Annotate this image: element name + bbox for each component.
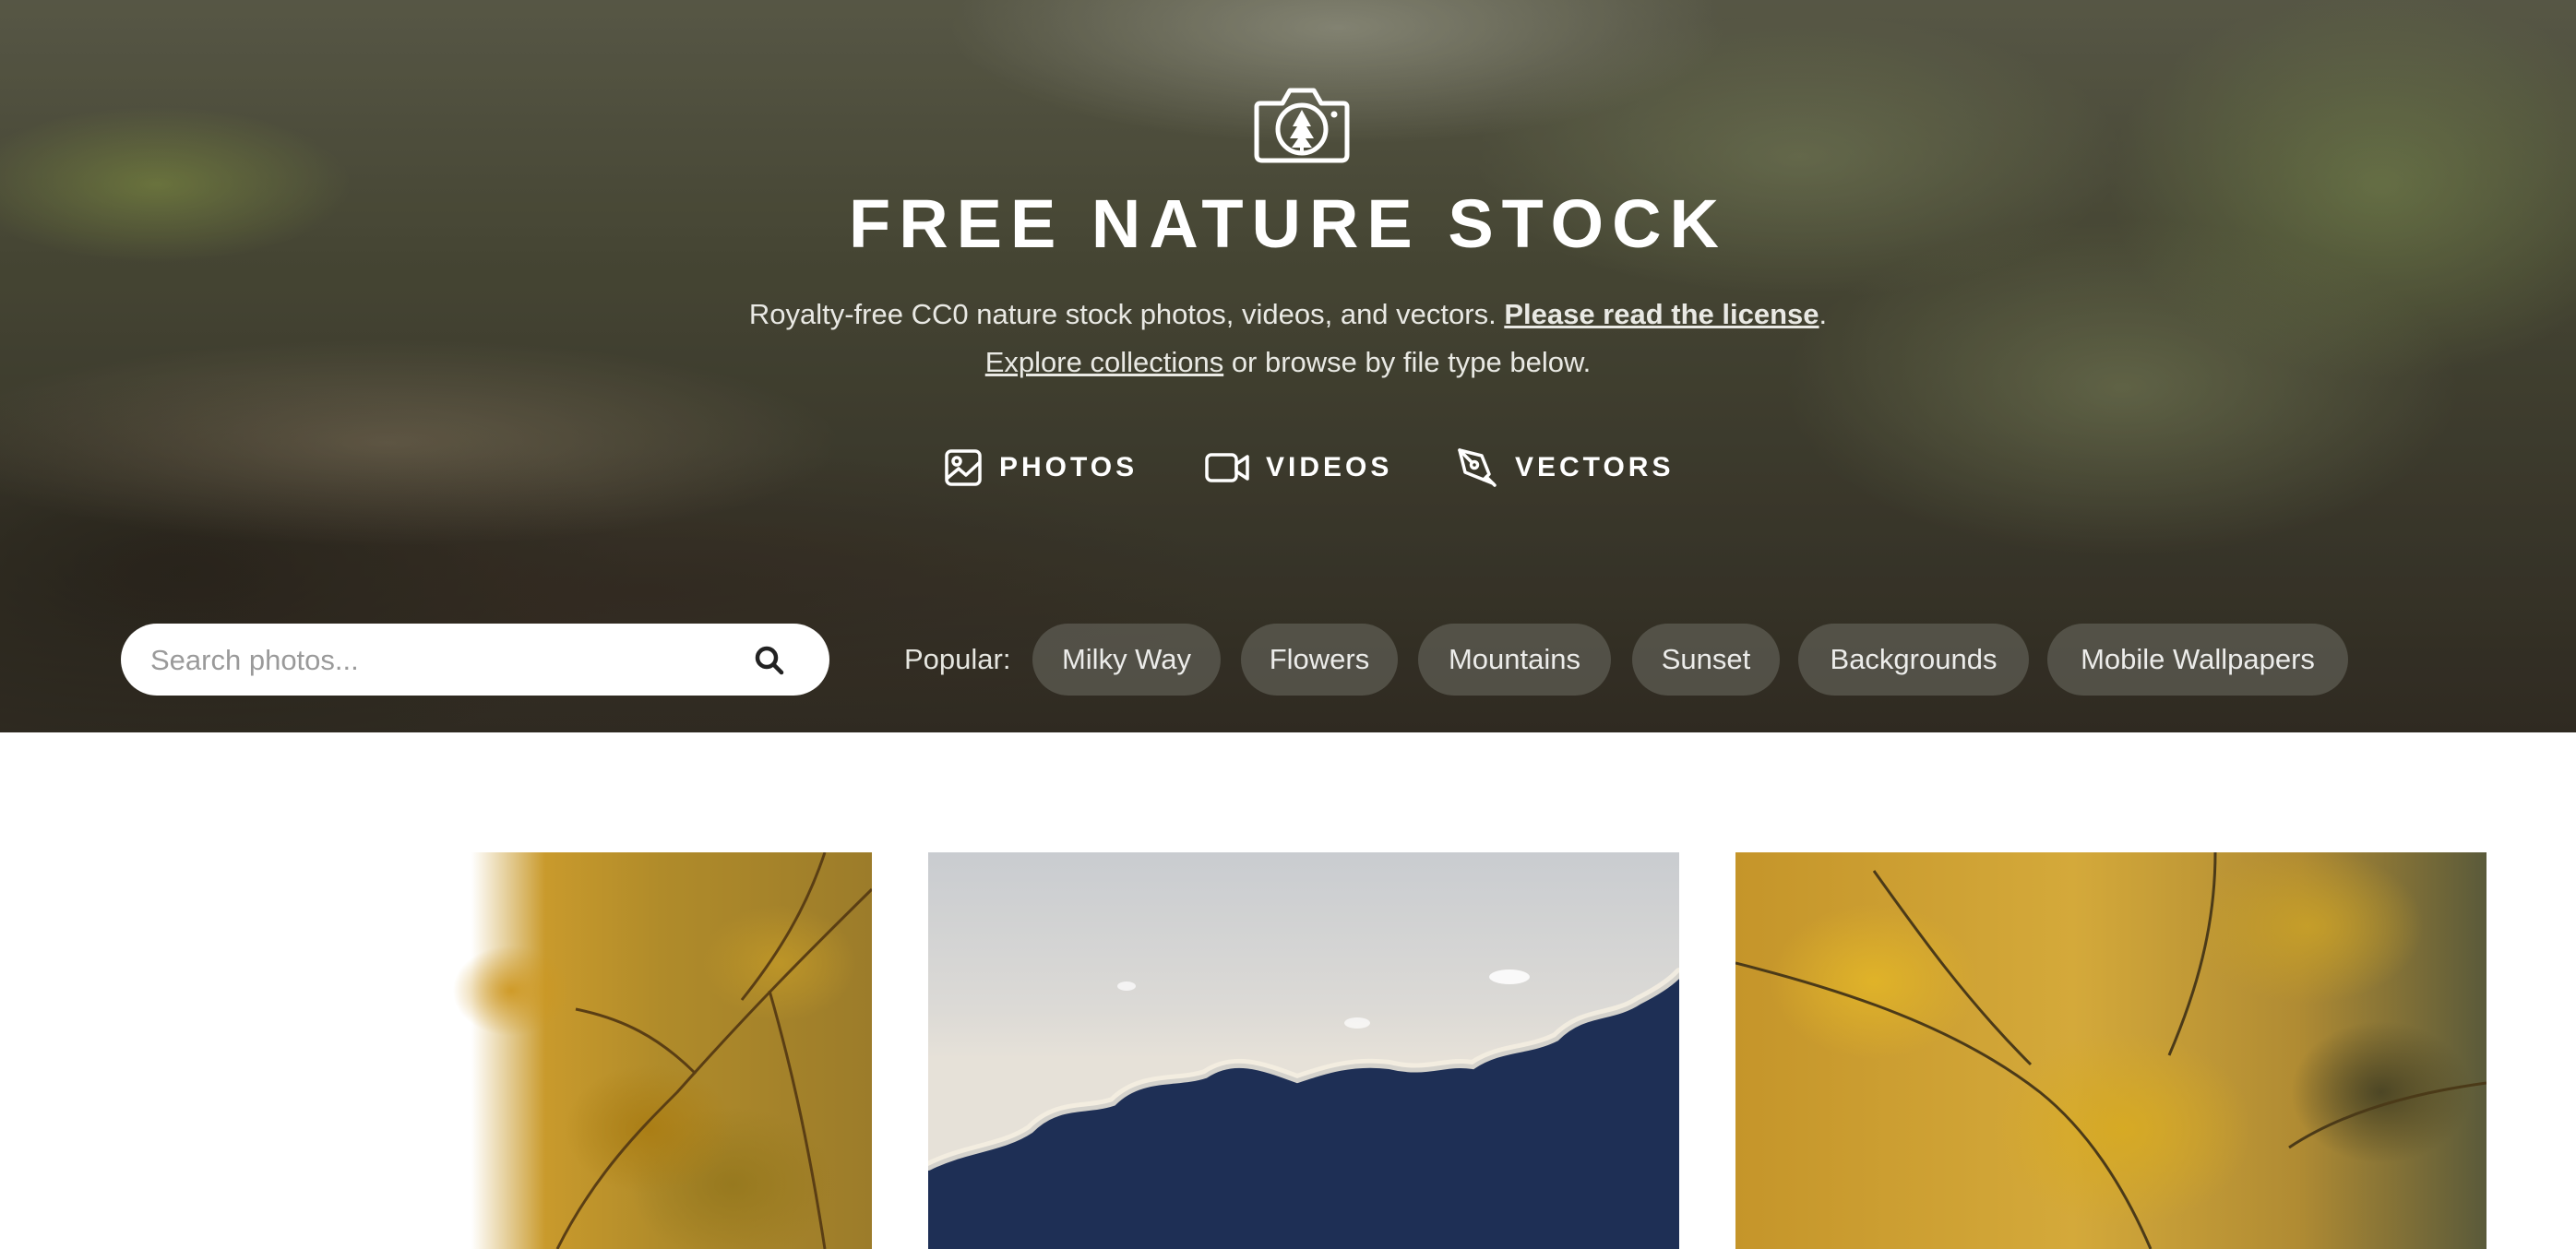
search-button[interactable] [744, 643, 795, 678]
tag-milky-way[interactable]: Milky Way [1032, 624, 1221, 696]
tree-branches-illustration [1735, 852, 2487, 1249]
tagline-line-1: Royalty-free CC0 nature stock photos, vi… [0, 291, 2576, 339]
search-icon [755, 646, 784, 675]
image-icon [945, 449, 982, 486]
tag-backgrounds[interactable]: Backgrounds [1798, 624, 2029, 696]
tag-mountains[interactable]: Mountains [1418, 624, 1611, 696]
site-title: FREE NATURE STOCK [849, 185, 1727, 262]
tagline-browse-text: or browse by file type below. [1223, 346, 1592, 378]
tagline-text: Royalty-free CC0 nature stock photos, vi… [748, 298, 1505, 330]
search-input[interactable] [149, 624, 743, 697]
license-link[interactable]: Please read the license [1504, 298, 1819, 330]
tag-flowers[interactable]: Flowers [1241, 624, 1398, 696]
photos-link[interactable]: PHOTOS [944, 445, 1138, 491]
tag-sunset[interactable]: Sunset [1632, 624, 1780, 696]
tagline-period: . [1819, 298, 1828, 330]
gallery-image-golden-tree[interactable] [1735, 852, 2487, 1249]
tagline-line-2: Explore collections or browse by file ty… [0, 339, 2576, 387]
tagline: Royalty-free CC0 nature stock photos, vi… [0, 291, 2576, 387]
pen-tool-icon [1458, 448, 1497, 487]
gallery-image-clouds[interactable] [928, 852, 1679, 1249]
file-type-nav: PHOTOS VIDEOS VECTORS [0, 445, 2576, 491]
video-camera-icon [1205, 453, 1249, 482]
popular-label: Popular: [904, 643, 1011, 675]
search-bar [121, 624, 829, 697]
gallery-image-autumn-leaves[interactable] [345, 852, 872, 1249]
branch-illustration [555, 852, 872, 1249]
photos-label: PHOTOS [999, 452, 1139, 482]
vectors-label: VECTORS [1515, 452, 1675, 482]
videos-link[interactable]: VIDEOS [1205, 445, 1392, 491]
cloud-illustration [928, 968, 1679, 1249]
videos-label: VIDEOS [1266, 452, 1393, 482]
explore-collections-link[interactable]: Explore collections [985, 346, 1223, 378]
vectors-link[interactable]: VECTORS [1456, 445, 1674, 491]
tag-mobile-wallpapers[interactable]: Mobile Wallpapers [2047, 624, 2348, 696]
camera-tree-icon[interactable] [1253, 81, 1351, 164]
hero-banner: FREE NATURE STOCK Royalty-free CC0 natur… [0, 0, 2576, 732]
